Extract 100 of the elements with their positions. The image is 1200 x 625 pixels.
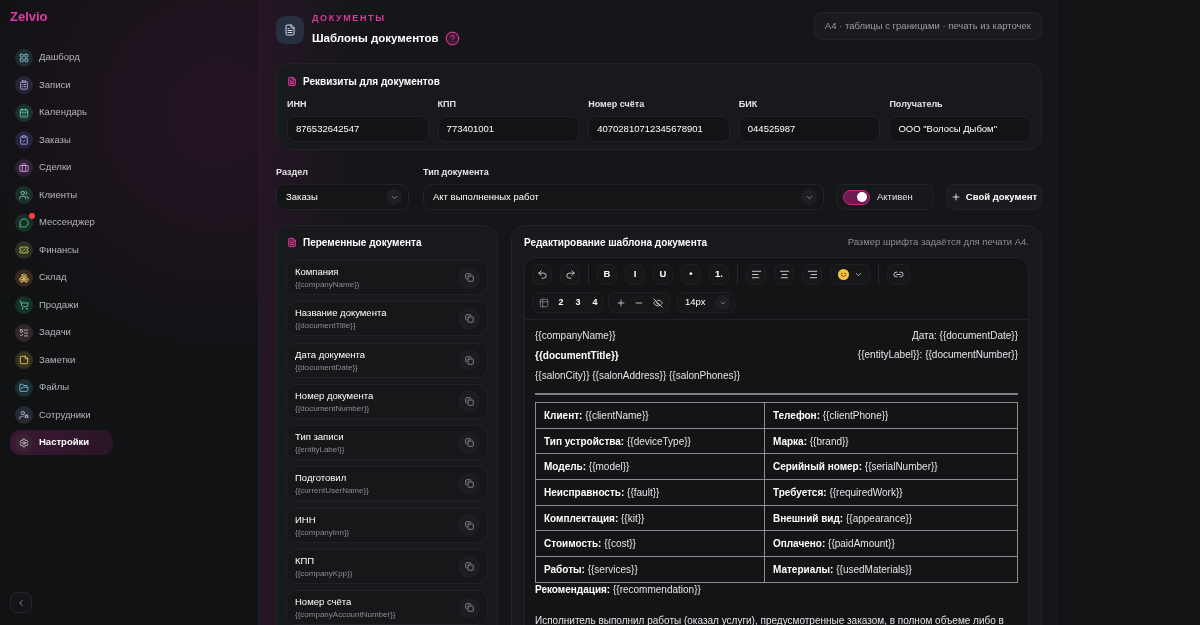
clipboard-list-icon	[15, 76, 33, 94]
field-label: Тип документа	[423, 166, 489, 178]
briefcase-icon	[15, 158, 33, 177]
variable-label: Компания	[295, 265, 339, 278]
checklist-icon	[15, 323, 33, 342]
copy-icon	[464, 562, 474, 572]
user-cog-icon	[15, 406, 33, 424]
settings-icon	[15, 433, 33, 452]
align-center-icon	[778, 269, 790, 280]
nav-item[interactable]: Календарь	[10, 100, 113, 125]
nav-item[interactable]: Финансы	[10, 237, 113, 263]
align-center-button[interactable]	[774, 264, 794, 285]
nav-item[interactable]: Файлы	[10, 375, 113, 400]
variable-label: Тип записи	[295, 430, 344, 444]
copy-button[interactable]	[458, 473, 480, 495]
field-label: КПП	[437, 98, 457, 110]
section-select[interactable]: Заказы	[276, 184, 409, 210]
panel-title: Редактирование шаблона документа	[524, 235, 708, 250]
document-icon	[287, 75, 297, 87]
variable-label: Подготовил	[295, 471, 347, 485]
nav-item[interactable]: Записи	[10, 72, 113, 98]
underline-button[interactable]: U	[653, 264, 673, 285]
table-cell: Оплачено: {{paidAmount}}	[764, 530, 1018, 557]
nav-item[interactable]: Настройки	[10, 430, 113, 455]
italic-button[interactable]: I	[625, 264, 645, 285]
chevron-down-icon	[801, 189, 817, 205]
variable-label: Дата документа	[295, 347, 365, 361]
copy-button[interactable]	[458, 266, 480, 289]
nav-item[interactable]: Дашборд	[10, 45, 113, 70]
table-cell: Серийный номер: {{serialNumber}}	[764, 453, 1018, 480]
bullet-list-button[interactable]: •	[681, 264, 701, 285]
link-button[interactable]	[887, 264, 910, 285]
nav-item[interactable]: Задачи	[10, 320, 113, 345]
table-cell: Неисправность: {{fault}}	[535, 479, 765, 506]
align-right-button[interactable]	[802, 264, 822, 285]
variable-label: КПП	[295, 554, 315, 568]
add-document-button[interactable]: Свой документ	[946, 184, 1042, 210]
variable-code: {{companyInn}}	[295, 526, 350, 538]
font-size-select[interactable]: 14px	[677, 292, 735, 313]
toggle-switch[interactable]	[843, 189, 870, 205]
copy-button[interactable]	[458, 514, 480, 537]
nav-item[interactable]: Продажи	[10, 292, 113, 318]
chevron-left-icon	[16, 597, 26, 608]
document-type-select[interactable]: Акт выполненных работ	[423, 184, 824, 210]
table-icon	[539, 297, 549, 308]
calendar-icon	[15, 103, 33, 122]
copy-icon	[464, 438, 474, 448]
input-field[interactable]: 876532642547	[287, 116, 429, 142]
numbered-list-button[interactable]: 1.	[709, 264, 729, 285]
table-cell: Марка: {{brand}}	[764, 428, 1018, 454]
smiley-icon	[837, 269, 849, 280]
copy-button[interactable]	[458, 596, 480, 619]
help-icon[interactable]	[444, 30, 460, 46]
copy-icon	[464, 396, 474, 406]
bold-button[interactable]: B	[597, 264, 617, 285]
table-columns-button[interactable]: 3	[571, 294, 585, 311]
redo-button[interactable]	[560, 264, 580, 285]
input-field[interactable]: 40702810712345678901	[588, 116, 730, 142]
variable-code: {{companyName}}	[295, 279, 360, 290]
input-field[interactable]: 773401001	[437, 116, 580, 142]
emoji-picker-button[interactable]	[830, 264, 870, 285]
table-cell: Тип устройства: {{deviceType}}	[535, 428, 765, 454]
table-cell: Материалы: {{usedMaterials}}	[764, 556, 1018, 583]
nav-item[interactable]: Заказы	[10, 127, 113, 153]
field-label: ИНН	[287, 98, 307, 110]
copy-button[interactable]	[458, 431, 480, 454]
nav-item[interactable]: Склад	[10, 265, 113, 290]
input-field[interactable]: ООО "Волосы Дыбом"	[889, 116, 1031, 142]
undo-button[interactable]	[532, 264, 552, 285]
variable-code: {{currentUserName}}	[295, 485, 369, 497]
table-columns-button[interactable]: 2	[554, 294, 568, 311]
copy-button[interactable]	[458, 349, 480, 372]
input-field[interactable]: 044525987	[738, 116, 881, 142]
caret-icon	[853, 270, 863, 279]
nav-item[interactable]: Заметки	[10, 347, 113, 373]
table-cell: Требуется: {{requiredWork}}	[764, 479, 1018, 506]
nav-item[interactable]: Клиенты	[10, 182, 113, 208]
table-cell: Внешний вид: {{appearance}}	[764, 505, 1018, 531]
table-columns-button[interactable]: 4	[588, 294, 602, 311]
eye-off-icon	[652, 297, 663, 308]
document-text: {{companyName}}	[535, 329, 616, 343]
table-cell: Стоимость: {{cost}}	[535, 530, 765, 557]
copy-button[interactable]	[458, 555, 480, 578]
clipboard-check-icon	[15, 131, 33, 149]
nav-item[interactable]: Сделки	[10, 155, 113, 180]
copy-icon	[464, 603, 474, 613]
document-text: Рекомендация: {{recommendation}}	[535, 583, 701, 595]
align-right-icon	[806, 269, 818, 280]
document-title: {{documentTitle}}	[535, 349, 619, 363]
users-icon	[15, 186, 33, 204]
copy-button[interactable]	[458, 390, 480, 413]
section-eyebrow: ДОКУМЕНТЫ	[312, 12, 386, 24]
format-note: A4 · таблицы с границами · печать из карточек	[813, 12, 1042, 40]
app-logo: Zelvio	[10, 9, 48, 25]
table-cell: Работы: {{services}}	[535, 556, 765, 583]
nav-item[interactable]: Мессенджер	[10, 210, 113, 235]
align-left-icon	[750, 269, 762, 280]
nav-item[interactable]: Сотрудники	[10, 402, 113, 428]
copy-button[interactable]	[458, 307, 480, 330]
align-left-button[interactable]	[746, 264, 766, 285]
